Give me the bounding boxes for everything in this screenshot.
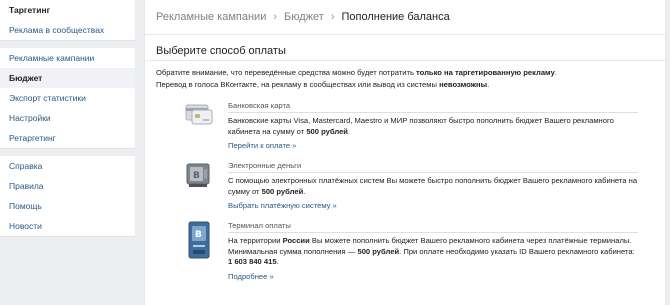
payment-method-description: На территории России Вы можете пополнить…	[228, 236, 635, 267]
sidebar-item-campaigns[interactable]: Рекламные кампании	[0, 48, 135, 68]
min-amount: 500 рублей	[261, 186, 304, 196]
bank-card-icon	[185, 101, 213, 129]
go-to-payment-link[interactable]: Перейти к оплате »	[228, 141, 638, 150]
payment-method-name: Терминал оплаты	[228, 221, 638, 233]
sidebar-item-community-ads[interactable]: Реклама в сообществах	[0, 20, 135, 40]
page-title: Выберите способ оплаты	[156, 45, 286, 57]
breadcrumb-current: Пополнение баланса	[341, 11, 450, 23]
choose-payment-system-link[interactable]: Выбрать платёжную систему »	[228, 201, 638, 210]
divider	[145, 60, 665, 61]
sidebar-group-campaigns: Рекламные кампании Бюджет Экспорт статис…	[0, 48, 135, 149]
sidebar-group-targeting: Таргетинг Реклама в сообществах	[0, 0, 135, 41]
sidebar-item-support[interactable]: Помощь	[0, 196, 135, 216]
payment-method-name: Электронные деньги	[228, 161, 638, 173]
breadcrumb-separator: ›	[273, 11, 278, 23]
country: России	[282, 236, 310, 245]
min-amount: 500 рублей	[306, 126, 348, 136]
sidebar-item-rules[interactable]: Правила	[0, 176, 135, 196]
main-panel: Рекламные кампании › Бюджет › Пополнение…	[144, 0, 666, 305]
payment-method-description: С помощью электронных платёжных систем В…	[228, 176, 638, 196]
sidebar: Таргетинг Реклама в сообществах Рекламны…	[0, 0, 135, 305]
payment-method-body: Банковская карта Банковские карты Visa, …	[228, 101, 638, 150]
notice-bold-2: невозможны	[439, 80, 488, 89]
more-info-link[interactable]: Подробнее »	[228, 272, 638, 281]
payment-method-description: Банковские карты Visa, Mastercard, Maest…	[228, 116, 614, 136]
payment-method-body: Электронные деньги С помощью электронных…	[228, 161, 638, 210]
payment-method-body: Терминал оплаты На территории России Вы …	[228, 221, 638, 281]
sidebar-item-budget[interactable]: Бюджет	[0, 68, 135, 88]
cabinet-id: 1 603 840 415	[228, 257, 277, 267]
e-wallet-icon: B	[185, 161, 213, 189]
svg-text:B: B	[193, 171, 200, 181]
notice-text: Обратите внимание, что переведённые сред…	[156, 67, 656, 91]
sidebar-item-help[interactable]: Справка	[0, 156, 135, 176]
sidebar-item-news[interactable]: Новости	[0, 216, 135, 236]
notice-bold-1: только на таргетированную рекламу	[416, 68, 555, 77]
sidebar-item-retargeting[interactable]: Ретаргетинг	[0, 128, 135, 148]
sidebar-group-help: Справка Правила Помощь Новости	[0, 156, 135, 237]
sidebar-item-settings[interactable]: Настройки	[0, 108, 135, 128]
sidebar-item-targeting[interactable]: Таргетинг	[0, 0, 135, 20]
breadcrumb: Рекламные кампании › Бюджет › Пополнение…	[145, 0, 665, 35]
min-amount: 500 рублей	[357, 246, 400, 256]
notice-line-1: Обратите внимание, что переведённые сред…	[156, 68, 417, 77]
breadcrumb-budget[interactable]: Бюджет	[284, 11, 324, 23]
sidebar-item-export-stats[interactable]: Экспорт статистики	[0, 88, 135, 108]
breadcrumb-campaigns[interactable]: Рекламные кампании	[156, 11, 266, 23]
payment-terminal-icon: B	[185, 221, 213, 261]
notice-end-2: .	[487, 80, 490, 89]
svg-text:B: B	[195, 230, 202, 240]
notice-end-1: .	[554, 68, 557, 77]
payment-method-name: Банковская карта	[228, 101, 638, 113]
notice-line-2: Перевод в голоса ВКонтакте, на рекламу в…	[156, 80, 440, 89]
breadcrumb-separator: ›	[330, 11, 335, 23]
